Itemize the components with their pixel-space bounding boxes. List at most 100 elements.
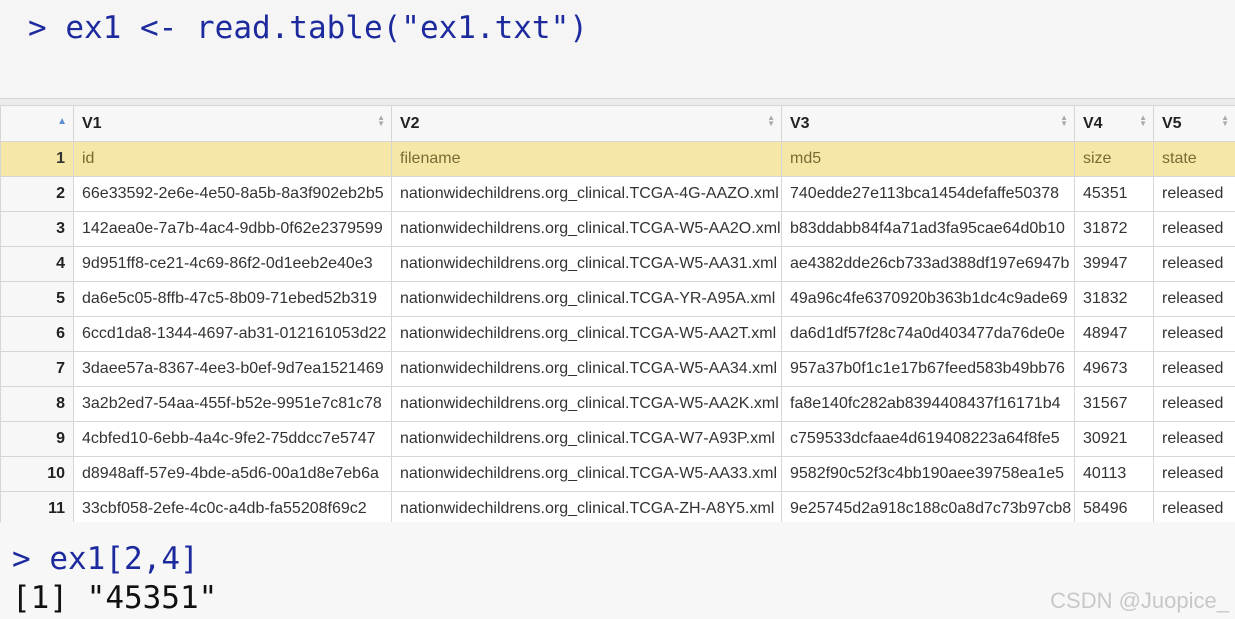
console-command: ex1 <- read.table("ex1.txt") xyxy=(65,10,588,46)
table-cell[interactable]: nationwidechildrens.org_clinical.TCGA-W7… xyxy=(391,421,782,457)
table-cell[interactable]: released xyxy=(1153,316,1235,352)
table-cell[interactable]: nationwidechildrens.org_clinical.TCGA-W5… xyxy=(391,211,782,247)
column-header-v3[interactable]: V3 ▲ ▼ xyxy=(781,105,1075,142)
sort-ascending-icon: ▲ xyxy=(57,116,67,127)
console-prompt: > xyxy=(12,541,31,577)
column-header-label: V5 xyxy=(1162,114,1182,132)
table-cell[interactable]: 66e33592-2e6e-4e50-8a5b-8a3f902eb2b5 xyxy=(73,176,392,212)
table-cell[interactable]: 48947 xyxy=(1074,316,1154,352)
table-row[interactable]: 11 33cbf058-2efe-4c0c-a4db-fa55208f69c2 na… xyxy=(0,491,1235,523)
table-cell[interactable]: nationwidechildrens.org_clinical.TCGA-W5… xyxy=(391,386,782,422)
row-number: 9 xyxy=(0,421,74,457)
table-cell[interactable]: 4cbfed10-6ebb-4a4c-9fe2-75ddcc7e5747 xyxy=(73,421,392,457)
table-cell[interactable]: c759533dcfaae4d619408223a64f8fe5 xyxy=(781,421,1075,457)
rownum-header[interactable]: ▲ xyxy=(0,105,74,142)
table-cell[interactable]: ae4382dde26cb733ad388df197e6947b xyxy=(781,246,1075,282)
table-cell[interactable]: da6d1df57f28c74a0d403477da76de0e xyxy=(781,316,1075,352)
table-cell[interactable]: d8948aff-57e9-4bde-a5d6-00a1d8e7eb6a xyxy=(73,456,392,492)
table-cell[interactable]: 9d951ff8-ce21-4c69-86f2-0d1eeb2e40e3 xyxy=(73,246,392,282)
table-cell[interactable]: released xyxy=(1153,246,1235,282)
table-cell[interactable]: 740edde27e113bca1454defaffe50378 xyxy=(781,176,1075,212)
table-row[interactable]: 7 3daee57a-8367-4ee3-b0ef-9d7ea1521469 nat… xyxy=(0,351,1235,387)
watermark: CSDN @Juopice_ xyxy=(1050,588,1229,613)
table-cell[interactable]: nationwidechildrens.org_clinical.TCGA-W5… xyxy=(391,246,782,282)
table-row[interactable]: 4 9d951ff8-ce21-4c69-86f2-0d1eeb2e40e3 nat… xyxy=(0,246,1235,282)
sort-arrows-icon: ▲ ▼ xyxy=(767,113,775,128)
table-cell[interactable]: nationwidechildrens.org_clinical.TCGA-YR… xyxy=(391,281,782,317)
header-row: ▲ V1 ▲ ▼ V2 ▲ ▼ V3 ▲ ▼ V4 ▲ ▼ V5 ▲ ▼ xyxy=(0,105,1235,142)
table-cell[interactable]: 3a2b2ed7-54aa-455f-b52e-9951e7c81c78 xyxy=(73,386,392,422)
table-cell[interactable]: md5 xyxy=(781,141,1075,177)
sort-arrows-icon: ▲ ▼ xyxy=(377,113,385,128)
table-cell[interactable]: b83ddabb84f4a71ad3fa95cae64d0b10 xyxy=(781,211,1075,247)
column-header-v1[interactable]: V1 ▲ ▼ xyxy=(73,105,392,142)
column-header-label: V3 xyxy=(790,114,810,132)
column-header-v4[interactable]: V4 ▲ ▼ xyxy=(1074,105,1154,142)
table-row[interactable]: 3 142aea0e-7a7b-4ac4-9dbb-0f62e2379599 nat… xyxy=(0,211,1235,247)
table-cell[interactable]: state xyxy=(1153,141,1235,177)
table-cell[interactable]: nationwidechildrens.org_clinical.TCGA-ZH… xyxy=(391,491,782,523)
table-body: 1 id filename md5 size state 2 66e33592-2e6e-4e… xyxy=(0,141,1235,523)
table-row[interactable]: 8 3a2b2ed7-54aa-455f-b52e-9951e7c81c78 nat… xyxy=(0,386,1235,422)
table-row[interactable]: 2 66e33592-2e6e-4e50-8a5b-8a3f902eb2b5 nat… xyxy=(0,176,1235,212)
table-cell[interactable]: 3daee57a-8367-4ee3-b0ef-9d7ea1521469 xyxy=(73,351,392,387)
console-command: ex1[2,4] xyxy=(49,541,199,577)
table-row[interactable]: 5 da6e5c05-8ffb-47c5-8b09-71ebed52b319 nat… xyxy=(0,281,1235,317)
column-header-v2[interactable]: V2 ▲ ▼ xyxy=(391,105,782,142)
row-number: 6 xyxy=(0,316,74,352)
column-header-label: V4 xyxy=(1083,114,1103,132)
table-cell[interactable]: released xyxy=(1153,421,1235,457)
table-cell[interactable]: id xyxy=(73,141,392,177)
table-cell[interactable]: released xyxy=(1153,281,1235,317)
table-cell[interactable]: 40113 xyxy=(1074,456,1154,492)
table-cell[interactable]: 9582f90c52f3c4bb190aee39758ea1e5 xyxy=(781,456,1075,492)
table-row[interactable]: 9 4cbfed10-6ebb-4a4c-9fe2-75ddcc7e5747 nat… xyxy=(0,421,1235,457)
console-output: [1] "45351" xyxy=(12,580,218,616)
row-number: 4 xyxy=(0,246,74,282)
column-header-v5[interactable]: V5 ▲ ▼ xyxy=(1153,105,1235,142)
table-cell[interactable]: 45351 xyxy=(1074,176,1154,212)
table-cell[interactable]: 9e25745d2a918c188c0a8d7c73b97cb8 xyxy=(781,491,1075,523)
table-cell[interactable]: nationwidechildrens.org_clinical.TCGA-4G… xyxy=(391,176,782,212)
table-cell[interactable]: released xyxy=(1153,211,1235,247)
table-cell[interactable]: released xyxy=(1153,456,1235,492)
console-prompt: > xyxy=(28,10,47,46)
table-cell[interactable]: released xyxy=(1153,491,1235,523)
table-row[interactable]: 1 id filename md5 size state xyxy=(0,141,1235,177)
row-number: 7 xyxy=(0,351,74,387)
column-header-label: V2 xyxy=(400,114,420,132)
row-number: 1 xyxy=(0,141,74,177)
table-cell[interactable]: released xyxy=(1153,386,1235,422)
table-cell[interactable]: 30921 xyxy=(1074,421,1154,457)
row-number: 2 xyxy=(0,176,74,212)
table-cell[interactable]: 31567 xyxy=(1074,386,1154,422)
table-cell[interactable]: 39947 xyxy=(1074,246,1154,282)
row-number: 5 xyxy=(0,281,74,317)
table-cell[interactable]: 49673 xyxy=(1074,351,1154,387)
table-cell[interactable]: filename xyxy=(391,141,782,177)
table-cell[interactable]: released xyxy=(1153,176,1235,212)
table-cell[interactable]: size xyxy=(1074,141,1154,177)
table-cell[interactable]: released xyxy=(1153,351,1235,387)
console-command-line-1: > ex1 <- read.table("ex1.txt") xyxy=(28,13,588,44)
table-cell[interactable]: 33cbf058-2efe-4c0c-a4db-fa55208f69c2 xyxy=(73,491,392,523)
row-number: 10 xyxy=(0,456,74,492)
table-cell[interactable]: nationwidechildrens.org_clinical.TCGA-W5… xyxy=(391,456,782,492)
table-cell[interactable]: nationwidechildrens.org_clinical.TCGA-W5… xyxy=(391,316,782,352)
table-cell[interactable]: 58496 xyxy=(1074,491,1154,523)
sort-arrows-icon: ▲ ▼ xyxy=(1221,113,1229,128)
table-cell[interactable]: 49a96c4fe6370920b363b1dc4c9ade69 xyxy=(781,281,1075,317)
table-cell[interactable]: fa8e140fc282ab8394408437f16171b4 xyxy=(781,386,1075,422)
table-row[interactable]: 6 6ccd1da8-1344-4697-ab31-012161053d22 nat… xyxy=(0,316,1235,352)
table-cell[interactable]: 957a37b0f1c1e17b67feed583b49bb76 xyxy=(781,351,1075,387)
data-viewer[interactable]: ▲ V1 ▲ ▼ V2 ▲ ▼ V3 ▲ ▼ V4 ▲ ▼ V5 ▲ ▼ 1 id filename md… xyxy=(0,98,1235,523)
table-cell[interactable]: 142aea0e-7a7b-4ac4-9dbb-0f62e2379599 xyxy=(73,211,392,247)
table-cell[interactable]: 31872 xyxy=(1074,211,1154,247)
row-number: 8 xyxy=(0,386,74,422)
table-cell[interactable]: 6ccd1da8-1344-4697-ab31-012161053d22 xyxy=(73,316,392,352)
row-number: 3 xyxy=(0,211,74,247)
table-cell[interactable]: nationwidechildrens.org_clinical.TCGA-W5… xyxy=(391,351,782,387)
table-row[interactable]: 10 d8948aff-57e9-4bde-a5d6-00a1d8e7eb6a na… xyxy=(0,456,1235,492)
table-cell[interactable]: 31832 xyxy=(1074,281,1154,317)
table-cell[interactable]: da6e5c05-8ffb-47c5-8b09-71ebed52b319 xyxy=(73,281,392,317)
